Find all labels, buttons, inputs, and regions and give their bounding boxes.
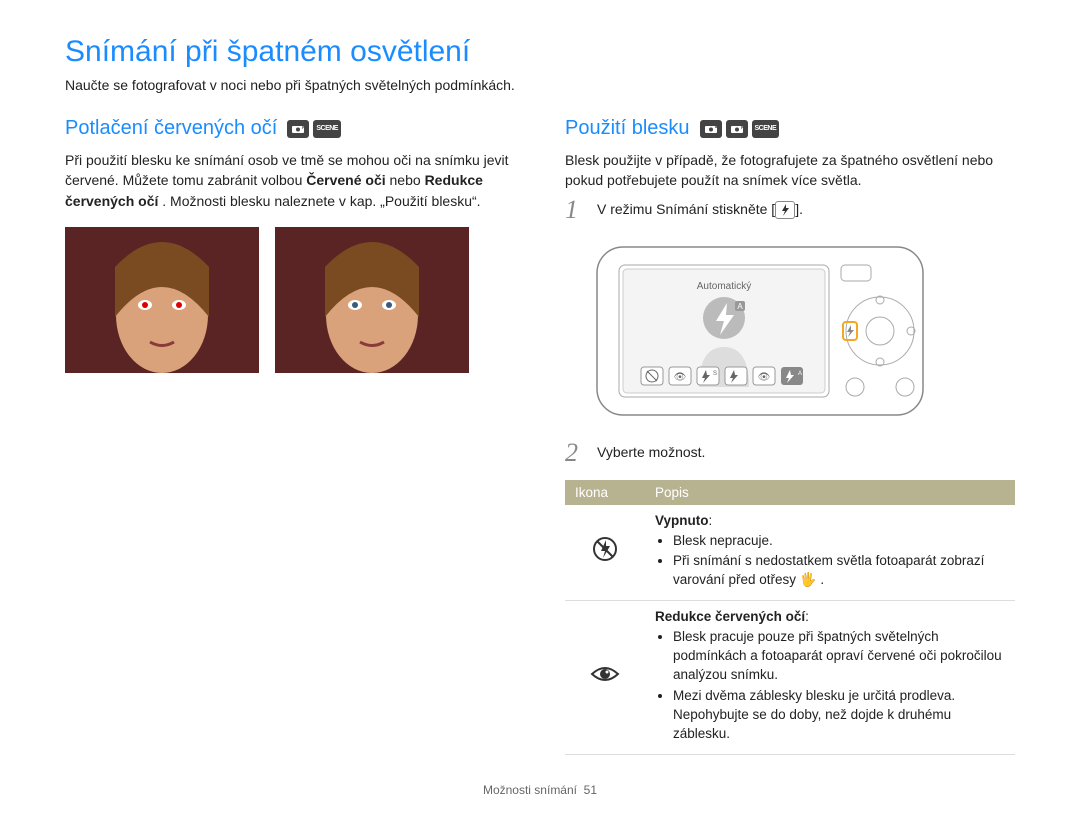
option-desc: Redukce červených očí: Blesk pracuje pou… (645, 601, 1015, 754)
table-row: Redukce červených očí: Blesk pracuje pou… (565, 601, 1015, 754)
camera-p-mode-icon: p (287, 120, 309, 138)
th-desc: Popis (645, 480, 1015, 505)
redeye-heading-text: Potlačení červených očí (65, 117, 277, 140)
redeye-reduction-icon (565, 601, 645, 754)
page-title: Snímání při špatném osvětlení (65, 35, 1015, 69)
column-right: Použití blesku a p SCENE Blesk použijte … (565, 117, 1015, 755)
step-2: 2 Vyberte možnost. (565, 440, 1015, 466)
option-desc: Vypnuto: Blesk nepracuje. Při snímání s … (645, 505, 1015, 601)
svg-text:p: p (302, 124, 305, 129)
page-subtitle: Naučte se fotografovat v noci nebo při š… (65, 77, 1015, 93)
redeye-paragraph: Při použití blesku ke snímání osob ve tm… (65, 150, 515, 211)
step-1: 1 V režimu Snímání stiskněte []. (565, 197, 1015, 223)
redeye-heading: Potlačení červených očí p SCENE (65, 117, 515, 140)
svg-text:p: p (741, 124, 744, 129)
svg-text:S: S (713, 371, 717, 377)
table-row: Vypnuto: Blesk nepracuje. Při snímání s … (565, 505, 1015, 601)
svg-text:A: A (798, 371, 802, 377)
camera-screen-label: Automatický (697, 281, 751, 292)
flash-mode-icons: a p SCENE (700, 120, 780, 138)
flash-options-table: Ikona Popis Vypnuto: Blesk nepracuje. (565, 480, 1015, 755)
scene-mode-icon: SCENE (752, 120, 780, 138)
flash-heading-text: Použití blesku (565, 117, 690, 140)
flash-off-icon (565, 505, 645, 601)
scene-mode-icon: SCENE (313, 120, 341, 138)
flash-heading: Použití blesku a p SCENE (565, 117, 1015, 140)
svg-text:A: A (737, 302, 743, 311)
content-columns: Potlačení červených očí p SCENE Při použ… (65, 117, 1015, 755)
th-icon: Ikona (565, 480, 645, 505)
svg-text:👁: 👁 (674, 372, 687, 383)
manual-page: Snímání při špatném osvětlení Naučte se … (0, 0, 1080, 775)
camera-illustration: A Automatický 👁 S (595, 237, 1015, 430)
camera-p-mode-icon: p (726, 120, 748, 138)
camera-a-mode-icon: a (700, 120, 722, 138)
svg-text:👁: 👁 (758, 372, 771, 383)
step-body: Vyberte možnost. (597, 440, 1015, 460)
flash-intro: Blesk použijte v případě, že fotografuje… (565, 150, 1015, 191)
redeye-mode-icons: p SCENE (287, 120, 341, 138)
flash-button-icon (775, 201, 795, 219)
step-body: V režimu Snímání stiskněte []. (597, 197, 1015, 219)
page-footer: Možnosti snímání 51 (0, 783, 1080, 797)
steps: 1 V režimu Snímání stiskněte []. (565, 197, 1015, 466)
column-left: Potlačení červených očí p SCENE Při použ… (65, 117, 515, 755)
photo-redeye-before (65, 227, 259, 373)
example-photos (65, 227, 515, 373)
step-number: 2 (565, 440, 585, 466)
photo-redeye-after (275, 227, 469, 373)
svg-text:a: a (715, 124, 718, 129)
step-number: 1 (565, 197, 585, 223)
